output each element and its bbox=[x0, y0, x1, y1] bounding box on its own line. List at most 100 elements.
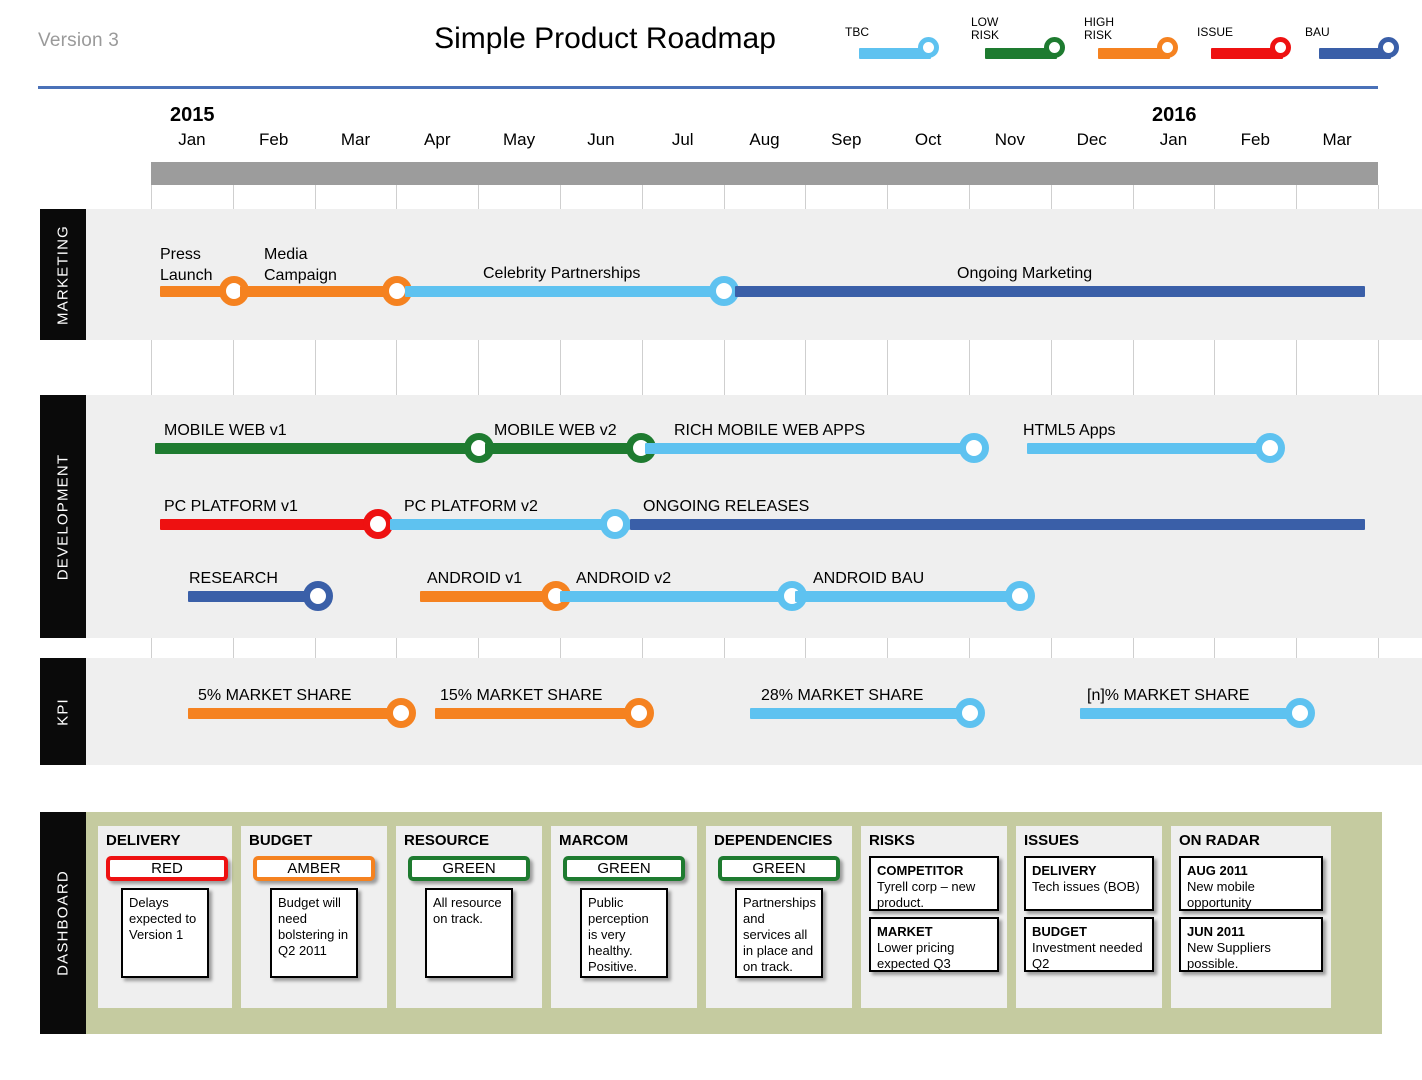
dashboard-card-title: DEPENDENCIES bbox=[714, 832, 833, 849]
legend-label: TBC bbox=[845, 25, 869, 39]
roadmap-bar-label: MOBILE WEB v2 bbox=[494, 422, 617, 439]
roadmap-bar[interactable] bbox=[1080, 708, 1300, 719]
dashboard-note-heading: DELIVERY bbox=[1032, 863, 1097, 878]
roadmap-bar[interactable] bbox=[435, 708, 642, 719]
roadmap-bar-label: 28% MARKET SHARE bbox=[761, 687, 924, 704]
roadmap-bar[interactable] bbox=[630, 519, 1365, 530]
month-label: Jul bbox=[671, 130, 694, 149]
year-label: 2015 bbox=[170, 104, 215, 126]
month-label: Dec bbox=[1076, 130, 1107, 149]
dashboard-card-resource: RESOURCE GREEN All resource on track. bbox=[396, 826, 542, 1008]
legend-label: HIGH RISK bbox=[1084, 15, 1114, 42]
roadmap-bar-label: RESEARCH bbox=[189, 570, 278, 587]
legend-milestone-icon bbox=[1378, 37, 1399, 58]
dashboard-card-title: ON RADAR bbox=[1179, 832, 1260, 849]
roadmap-bar-label: RICH MOBILE WEB APPS bbox=[674, 422, 866, 439]
dashboard-note-body: Tech issues (BOB) bbox=[1032, 879, 1140, 894]
dashboard-card-title: DELIVERY bbox=[106, 832, 181, 849]
lane-label: MARKETING bbox=[54, 224, 72, 325]
dashboard-panel: DASHBOARD DELIVERY RED Delays expected to … bbox=[40, 812, 1382, 1034]
timeline-axis: 2015 2016 Jan Feb Mar Apr May Jun Jul Aug Sep Oct No… bbox=[0, 100, 1422, 160]
roadmap-bar[interactable] bbox=[750, 708, 972, 719]
roadmap-bar-label: PC PLATFORM v2 bbox=[404, 498, 538, 515]
roadmap-bar[interactable] bbox=[188, 591, 318, 602]
milestone-marker-icon[interactable] bbox=[959, 433, 989, 463]
milestone-marker-icon[interactable] bbox=[1255, 433, 1285, 463]
roadmap-bar-label: PC PLATFORM v1 bbox=[164, 498, 298, 515]
month-label: May bbox=[503, 130, 536, 149]
status-badge[interactable]: RED bbox=[106, 856, 228, 881]
dashboard-note-heading: COMPETITOR bbox=[877, 863, 964, 878]
dashboard-note: Partnerships and services all in place a… bbox=[735, 888, 823, 978]
month-label: Sep bbox=[831, 130, 862, 149]
dashboard-note-body: New Suppliers possible. bbox=[1187, 940, 1271, 971]
dashboard-card-delivery: DELIVERY RED Delays expected to Version 1 bbox=[98, 826, 232, 1008]
roadmap-bar[interactable] bbox=[795, 591, 1025, 602]
roadmap-bar[interactable] bbox=[645, 443, 985, 454]
lane-sidebar-development: DEVELOPMENT bbox=[40, 395, 86, 638]
header-divider bbox=[38, 86, 1378, 89]
roadmap-bar[interactable] bbox=[240, 286, 405, 297]
month-label: Mar bbox=[1322, 130, 1352, 149]
roadmap-bar[interactable] bbox=[155, 443, 485, 454]
milestone-marker-icon[interactable] bbox=[363, 509, 393, 539]
legend-milestone-icon bbox=[1044, 37, 1065, 58]
dashboard-note: DELIVERY Tech issues (BOB) bbox=[1024, 856, 1154, 911]
month-label: Feb bbox=[1240, 130, 1270, 149]
roadmap-bar-label-line: Media bbox=[264, 246, 308, 263]
roadmap-bar-label: ANDROID v1 bbox=[427, 570, 523, 587]
milestone-marker-icon[interactable] bbox=[386, 698, 416, 728]
month-label: Aug bbox=[749, 130, 780, 149]
milestone-marker-icon[interactable] bbox=[955, 698, 985, 728]
year-label: 2016 bbox=[1152, 104, 1197, 126]
lane-marketing: MARKETING bbox=[40, 209, 1422, 340]
roadmap-bar[interactable] bbox=[405, 286, 735, 297]
milestone-marker-icon[interactable] bbox=[600, 509, 630, 539]
dashboard-note-heading: JUN 2011 bbox=[1187, 924, 1245, 939]
status-badge[interactable]: GREEN bbox=[408, 856, 530, 881]
roadmap-bar[interactable] bbox=[560, 591, 795, 602]
roadmap-bar[interactable] bbox=[390, 519, 630, 530]
roadmap-bar-label: Media Campaign bbox=[264, 244, 337, 286]
roadmap-bar-label: HTML5 Apps bbox=[1023, 422, 1116, 439]
dashboard-card-dependencies: DEPENDENCIES GREEN Partnerships and servic… bbox=[706, 826, 852, 1008]
milestone-marker-icon[interactable] bbox=[1005, 581, 1035, 611]
dashboard-note: BUDGET Investment needed Q2 bbox=[1024, 917, 1154, 972]
status-badge[interactable]: GREEN bbox=[563, 856, 685, 881]
roadmap-bar-label-line: Launch bbox=[160, 267, 213, 284]
dashboard-card-title: BUDGET bbox=[249, 832, 313, 849]
dashboard-note-body: New mobile opportunity bbox=[1187, 879, 1255, 910]
legend-label: ISSUE bbox=[1197, 25, 1234, 39]
roadmap-bar[interactable] bbox=[160, 519, 390, 530]
status-badge[interactable]: AMBER bbox=[253, 856, 375, 881]
legend-milestone-icon bbox=[1157, 37, 1178, 58]
dashboard-sidebar-text: DASHBOARD bbox=[54, 870, 72, 976]
roadmap-bar[interactable] bbox=[485, 443, 645, 454]
roadmap-bar-label: [n]% MARKET SHARE bbox=[1087, 687, 1250, 704]
roadmap-bar[interactable] bbox=[1027, 443, 1282, 454]
milestone-marker-icon[interactable] bbox=[303, 581, 333, 611]
roadmap-bar-label: ONGOING RELEASES bbox=[643, 498, 810, 515]
lane-label: KPI bbox=[54, 697, 72, 726]
milestone-marker-icon[interactable] bbox=[1285, 698, 1315, 728]
roadmap-bar-label: Celebrity Partnerships bbox=[483, 265, 641, 282]
dashboard-note: AUG 2011 New mobile opportunity bbox=[1179, 856, 1323, 911]
status-badge[interactable]: GREEN bbox=[718, 856, 840, 881]
legend-milestone-icon bbox=[1270, 37, 1291, 58]
month-label: Jun bbox=[587, 130, 615, 149]
roadmap-bar[interactable] bbox=[735, 286, 1365, 297]
month-label: Jan bbox=[1159, 130, 1188, 149]
roadmap-bar-label: ANDROID BAU bbox=[813, 570, 925, 587]
month-label: Jan bbox=[178, 130, 206, 149]
milestone-marker-icon[interactable] bbox=[624, 698, 654, 728]
dashboard-note-body: Lower pricing expected Q3 bbox=[877, 940, 955, 971]
dashboard-sidebar-label: DASHBOARD bbox=[40, 812, 86, 1034]
dashboard-card-title: ISSUES bbox=[1024, 832, 1080, 849]
dashboard-note: All resource on track. bbox=[425, 888, 513, 978]
roadmap-bar-label-line: Campaign bbox=[264, 267, 337, 284]
roadmap-bar-label: Press Launch bbox=[160, 244, 213, 286]
dashboard-note: Public perception is very healthy. Posit… bbox=[580, 888, 668, 978]
dashboard-note-heading: BUDGET bbox=[1032, 924, 1087, 939]
roadmap-bar[interactable] bbox=[188, 708, 400, 719]
roadmap-bar[interactable] bbox=[420, 591, 560, 602]
